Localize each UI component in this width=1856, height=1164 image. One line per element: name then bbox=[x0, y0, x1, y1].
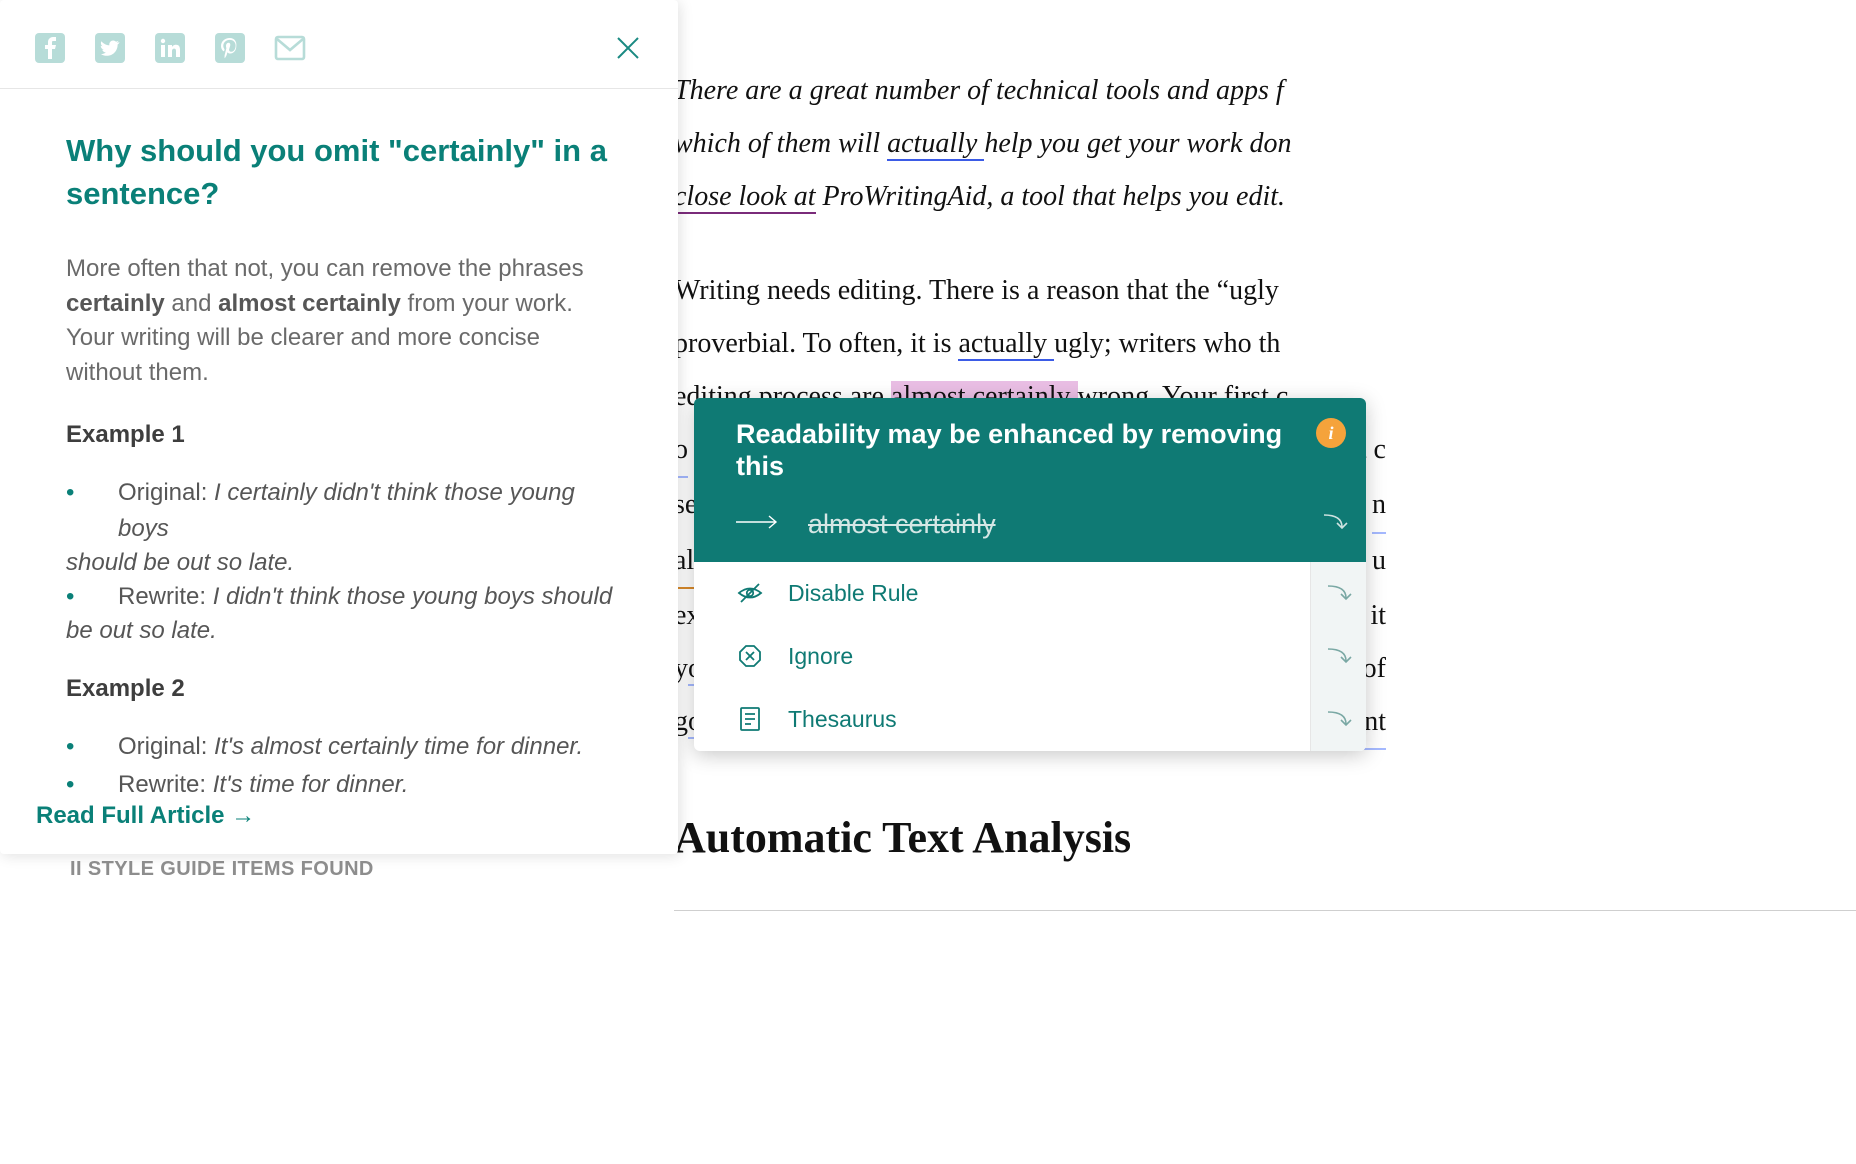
disable-rule-label: Disable Rule bbox=[788, 580, 918, 607]
bullet-icon: • bbox=[66, 767, 118, 803]
panel-text: and bbox=[165, 290, 218, 317]
next-arrow-2[interactable] bbox=[1311, 625, 1366, 688]
bullet-label: Original: bbox=[118, 479, 214, 506]
email-icon[interactable] bbox=[274, 32, 306, 64]
book-icon bbox=[736, 706, 764, 732]
list-item: • Rewrite: It's time for dinner. bbox=[66, 767, 622, 803]
linkedin-icon[interactable] bbox=[154, 32, 186, 64]
curved-arrow-icon[interactable] bbox=[1322, 513, 1348, 536]
popover-header: Readability may be enhanced by removing … bbox=[694, 398, 1366, 501]
bullet-italic: It's time for dinner. bbox=[213, 771, 409, 798]
read-full-article-link[interactable]: Read Full Article → bbox=[36, 802, 255, 830]
popover-suggestion-row[interactable]: almost certainly bbox=[694, 501, 1366, 562]
ignore-button[interactable]: Ignore bbox=[694, 625, 1310, 688]
doc-text: help you get your work do bbox=[984, 128, 1277, 159]
thesaurus-button[interactable]: Thesaurus bbox=[694, 688, 1310, 751]
info-icon[interactable]: i bbox=[1316, 418, 1346, 448]
next-arrow-3[interactable] bbox=[1311, 688, 1366, 751]
eye-off-icon bbox=[736, 582, 764, 604]
doc-text-stub: n bbox=[1372, 478, 1386, 533]
bullet-italic: I didn't think those young boys should bbox=[213, 583, 613, 610]
doc-text: ProWritingAid, a tool that helps you edi… bbox=[816, 181, 1286, 212]
example-2-heading: Example 2 bbox=[66, 675, 622, 703]
suggestion-popover: Readability may be enhanced by removing … bbox=[694, 398, 1366, 751]
close-icon[interactable] bbox=[612, 32, 644, 64]
list-item: • Rewrite: I didn't think those young bo… bbox=[66, 579, 622, 615]
bullet-label: Rewrite: bbox=[118, 583, 213, 610]
bullet-continuation: should be out so late. bbox=[66, 549, 622, 577]
doc-text-stub: nt bbox=[1364, 695, 1386, 750]
bullet-label: Rewrite: bbox=[118, 771, 213, 798]
doc-text-stub: of bbox=[1363, 642, 1386, 695]
facebook-icon[interactable] bbox=[34, 32, 66, 64]
section-heading: Automatic Text Analysis bbox=[674, 750, 1856, 880]
next-arrow-1[interactable] bbox=[1311, 562, 1366, 625]
explanation-panel: Why should you omit "certainly" in a sen… bbox=[0, 0, 678, 854]
bullet-italic: It's almost certainly time for dinner. bbox=[214, 733, 583, 760]
doc-text: There are a great number of technical to… bbox=[674, 75, 1284, 106]
bullet-icon: • bbox=[66, 475, 118, 511]
bullet-icon: • bbox=[66, 729, 118, 765]
twitter-icon[interactable] bbox=[94, 32, 126, 64]
bullet-icon: • bbox=[66, 579, 118, 615]
list-item: • Original: I certainly didn't think tho… bbox=[66, 475, 622, 547]
doc-underlined-word[interactable]: actually bbox=[958, 328, 1054, 361]
thesaurus-label: Thesaurus bbox=[788, 706, 897, 733]
example-1-heading: Example 1 bbox=[66, 421, 622, 449]
doc-text: n bbox=[1277, 128, 1291, 159]
doc-text: which of them will bbox=[674, 128, 887, 159]
popover-title: Readability may be enhanced by removing … bbox=[736, 418, 1286, 483]
list-item: • Original: It's almost certainly time f… bbox=[66, 729, 622, 765]
panel-bold: almost certainly bbox=[218, 290, 401, 317]
popover-side-arrows bbox=[1310, 562, 1366, 751]
divider bbox=[674, 910, 1856, 911]
panel-bold: certainly bbox=[66, 290, 165, 317]
disable-rule-button[interactable]: Disable Rule bbox=[694, 562, 1310, 625]
panel-paragraph: More often that not, you can remove the … bbox=[66, 252, 622, 391]
bullet-label: Original: bbox=[118, 733, 214, 760]
suggestion-strike-text: almost certainly bbox=[808, 509, 996, 540]
panel-text: More often that not, you can remove the … bbox=[66, 255, 584, 282]
pinterest-icon[interactable] bbox=[214, 32, 246, 64]
share-row bbox=[0, 0, 678, 89]
arrow-right-icon bbox=[736, 515, 780, 534]
doc-text: ugly; writers who th bbox=[1054, 328, 1280, 359]
bullet-continuation: be out so late. bbox=[66, 617, 622, 645]
ignore-label: Ignore bbox=[788, 643, 853, 670]
doc-underlined-word[interactable]: actually bbox=[887, 128, 984, 161]
panel-title: Why should you omit "certainly" in a sen… bbox=[66, 129, 622, 216]
doc-underlined-phrase[interactable]: close look at bbox=[674, 181, 816, 214]
doc-text: Writing needs editing. There is a reason… bbox=[674, 275, 1279, 306]
doc-text: proverbial. To often, it is bbox=[674, 328, 958, 359]
x-circle-icon bbox=[736, 644, 764, 668]
doc-text-stub: it bbox=[1370, 589, 1386, 642]
peek-behind-text: II STYLE GUIDE ITEMS FOUND bbox=[70, 858, 374, 881]
